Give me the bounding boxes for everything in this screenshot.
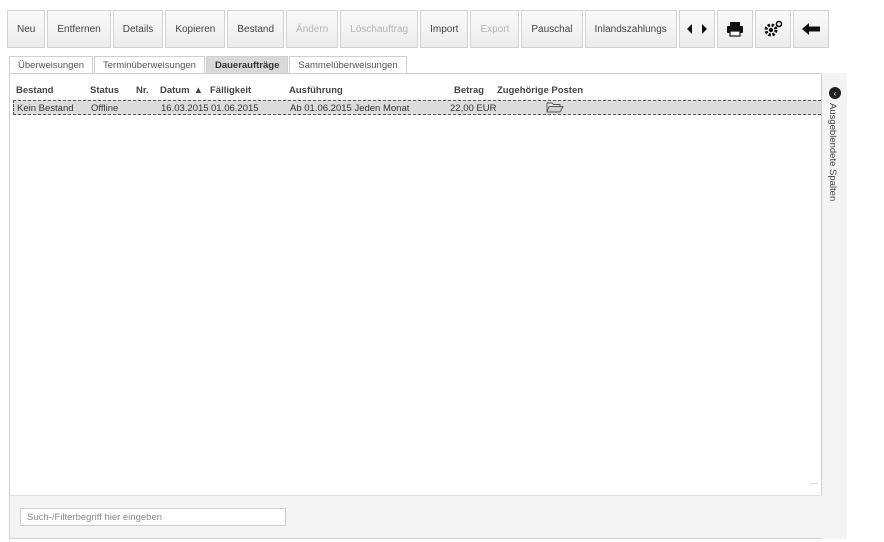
standing-orders-panel: Bestand Status Nr. Datum ▲ Fälligkeit Aus…	[9, 73, 847, 539]
cell-faelligkeit: 01.06.2015	[211, 103, 259, 114]
remove-button[interactable]: Entfernen	[47, 10, 111, 48]
scroll-left-right-icon[interactable]	[678, 10, 715, 48]
cell-ausfuehrung: Ab 01.06.2015 Jeden Monat	[290, 103, 410, 114]
search-input[interactable]	[20, 508, 286, 526]
standing-orders-table: Bestand Status Nr. Datum ▲ Fälligkeit Aus…	[13, 84, 833, 115]
resize-grip-icon: —	[810, 479, 818, 488]
details-button[interactable]: Details	[112, 10, 164, 48]
folder-icon[interactable]	[546, 101, 564, 116]
import-button[interactable]: Import	[420, 10, 469, 48]
tab-standing-orders[interactable]: Daueraufträge	[205, 56, 289, 73]
flat-rate-button[interactable]: Pauschal	[521, 10, 583, 48]
tab-bar: Überweisungen Terminüberweisungen Dauera…	[9, 56, 408, 74]
search-bar	[10, 495, 822, 538]
column-header-posten[interactable]: Zugehörige Posten	[497, 85, 583, 96]
column-header-bestand[interactable]: Bestand	[16, 85, 53, 96]
toolbar: Neu Entfernen Details Kopieren Bestand Ä…	[7, 10, 831, 50]
export-button[interactable]: Export	[470, 10, 520, 48]
column-header-ausfuehrung[interactable]: Ausführung	[289, 85, 343, 96]
cell-betrag: 22,00 EUR	[450, 103, 497, 114]
tab-scheduled-transfers[interactable]: Terminüberweisungen	[94, 56, 205, 73]
column-header-betrag[interactable]: Betrag	[454, 85, 484, 96]
column-header-nr[interactable]: Nr.	[136, 85, 149, 96]
table-row[interactable]: Kein Bestand Offline 16.03.2015 01.06.20…	[13, 100, 831, 115]
column-header-datum[interactable]: Datum ▲	[160, 85, 203, 96]
hidden-columns-label: Ausgeblendete Spalten	[827, 103, 838, 202]
cell-datum: 16.03.2015	[161, 103, 209, 114]
inventory-button[interactable]: Bestand	[227, 10, 285, 48]
cell-bestand: Kein Bestand	[17, 103, 74, 114]
column-header-datum-label: Datum	[160, 85, 190, 96]
tab-batch-transfers[interactable]: Sammelüberweisungen	[289, 56, 407, 73]
column-header-status[interactable]: Status	[90, 85, 119, 96]
printer-icon[interactable]	[716, 10, 753, 48]
table-header: Bestand Status Nr. Datum ▲ Fälligkeit Aus…	[13, 84, 833, 98]
collapse-toggle-icon[interactable]: ‹	[829, 87, 841, 99]
hidden-columns-panel[interactable]: ‹ Ausgeblendete Spalten	[821, 73, 847, 539]
edit-button[interactable]: Ändern	[286, 10, 339, 48]
gear-icon[interactable]	[754, 10, 791, 48]
tab-transfers[interactable]: Überweisungen	[9, 56, 94, 73]
back-arrow-icon[interactable]	[792, 10, 829, 48]
cell-status: Offline	[91, 103, 119, 114]
delete-order-button[interactable]: Löschauftrag	[340, 10, 419, 48]
new-button[interactable]: Neu	[7, 10, 46, 48]
sort-ascending-icon: ▲	[193, 85, 203, 96]
column-header-faelligkeit[interactable]: Fälligkeit	[210, 85, 251, 96]
domestic-payments-button[interactable]: Inlandszahlungs	[584, 10, 677, 48]
copy-button[interactable]: Kopieren	[165, 10, 226, 48]
